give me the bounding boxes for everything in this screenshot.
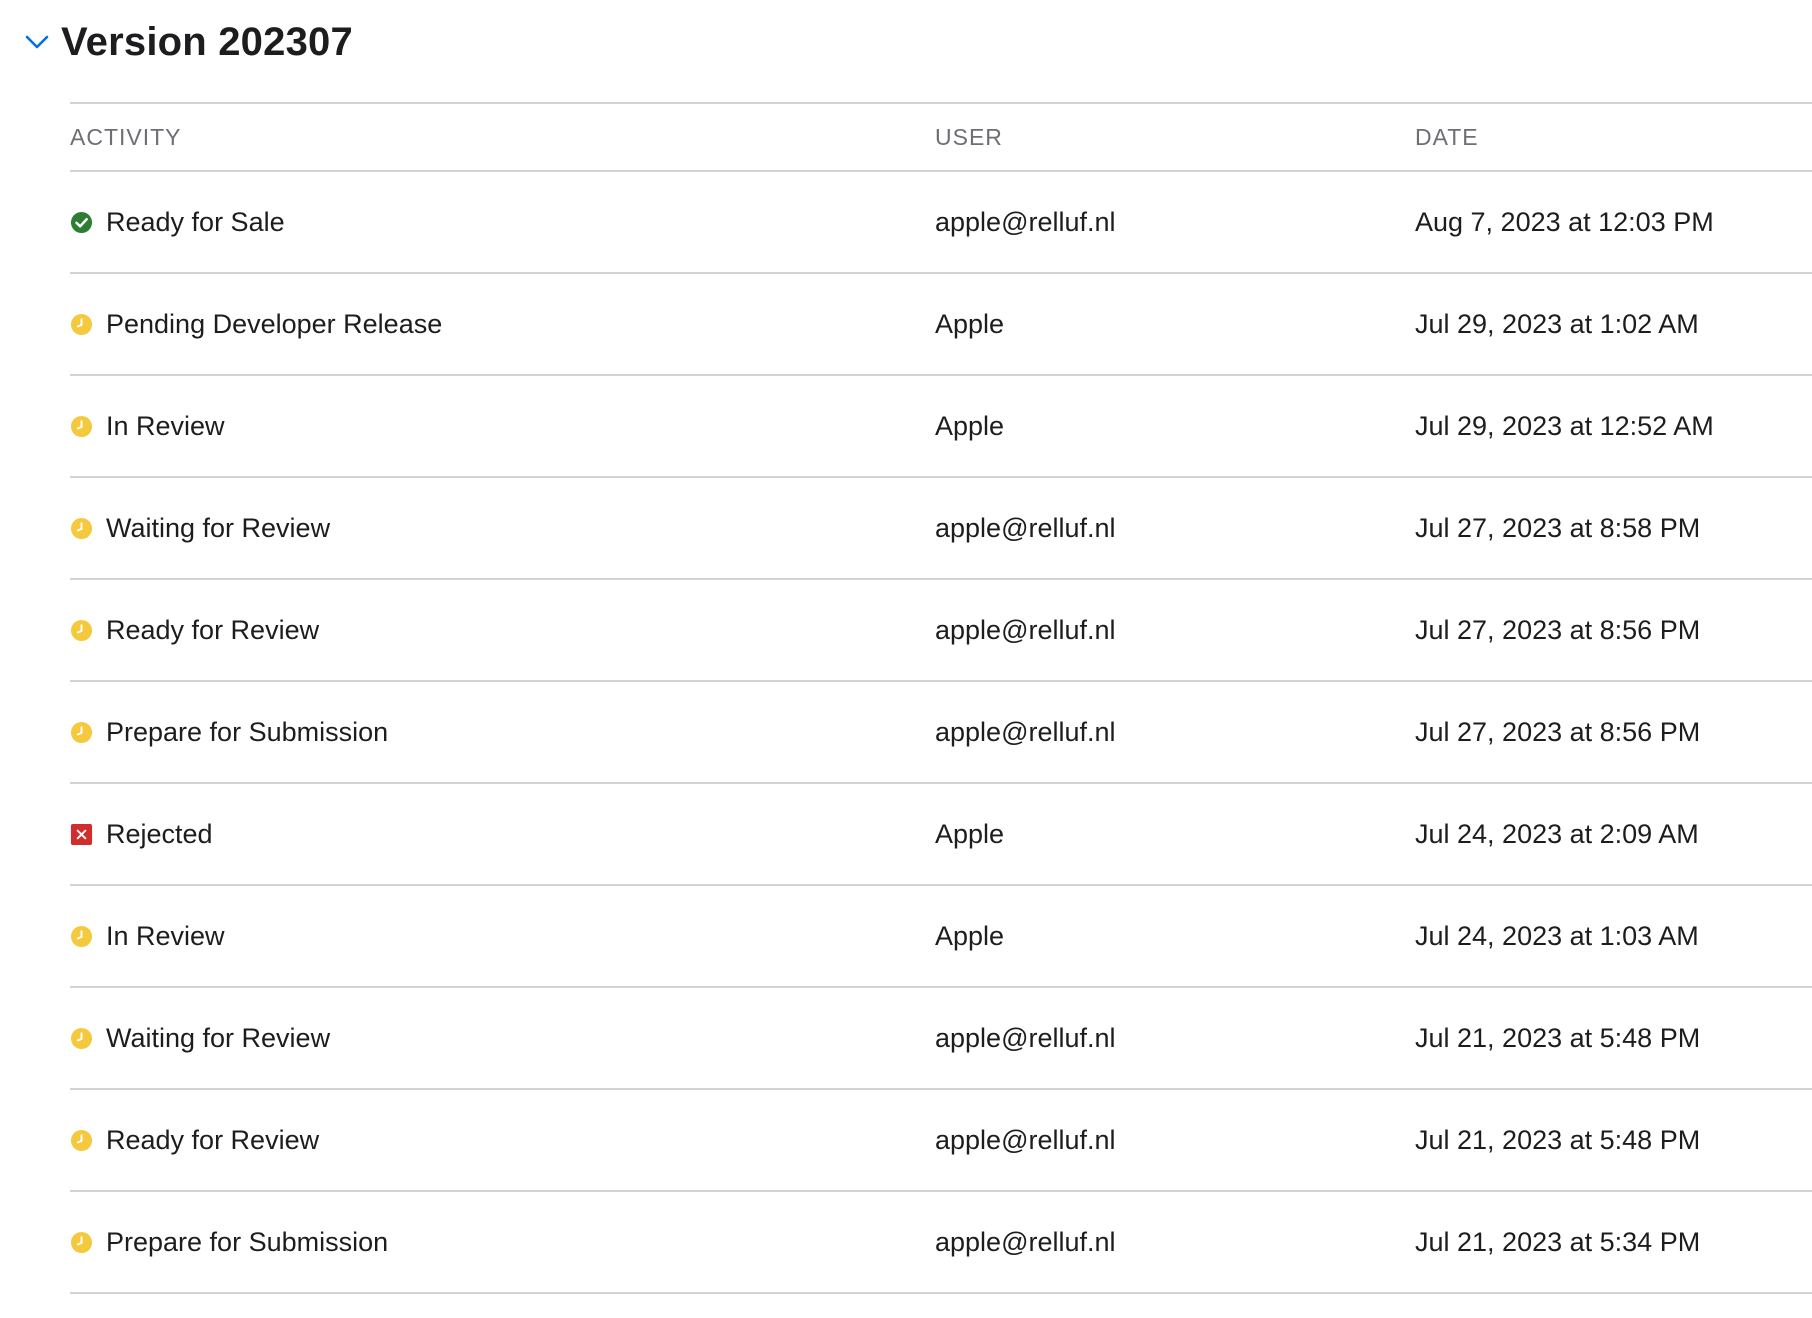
activity-cell: Waiting for Review xyxy=(70,478,330,578)
table-row[interactable]: Prepare for Submission apple@relluf.nl Jul… xyxy=(70,682,1812,784)
chevron-down-icon[interactable] xyxy=(24,29,50,55)
column-header-date: DATE xyxy=(1415,124,1479,150)
date-cell: Jul 21, 2023 at 5:34 PM xyxy=(1415,1226,1701,1257)
user-cell: Apple xyxy=(935,308,1005,339)
table-row[interactable]: Ready for Sale apple@relluf.nl Aug 7, 2023… xyxy=(70,172,1812,274)
clock-icon xyxy=(70,1129,106,1152)
table-row[interactable]: Pending Developer Release Apple Jul 29, 20… xyxy=(70,274,1812,376)
clock-icon xyxy=(70,313,106,336)
activity-label: Ready for Review xyxy=(106,614,320,645)
activity-cell: In Review xyxy=(70,886,225,986)
activity-label: Prepare for Submission xyxy=(106,716,389,747)
activity-cell: Waiting for Review xyxy=(70,988,330,1088)
version-section-header: Version 202307 xyxy=(24,14,353,70)
activity-label: Ready for Review xyxy=(106,1124,320,1155)
table-row[interactable]: In Review Apple Jul 24, 2023 at 1:03 AM xyxy=(70,886,1812,988)
user-cell: apple@relluf.nl xyxy=(935,716,1116,747)
activity-label: In Review xyxy=(106,920,225,951)
clock-icon xyxy=(70,415,106,438)
date-cell: Jul 27, 2023 at 8:58 PM xyxy=(1415,512,1701,543)
activity-label: In Review xyxy=(106,410,225,441)
column-header-activity: ACTIVITY xyxy=(70,124,182,150)
user-cell: apple@relluf.nl xyxy=(935,512,1116,543)
activity-label: Waiting for Review xyxy=(106,512,331,543)
activity-cell: Prepare for Submission xyxy=(70,1192,388,1292)
activity-cell: Rejected xyxy=(70,784,213,884)
activity-cell: Pending Developer Release xyxy=(70,274,442,374)
clock-icon xyxy=(70,925,106,948)
table-row[interactable]: Ready for Review apple@relluf.nl Jul 21, 2… xyxy=(70,1090,1812,1192)
table-row[interactable]: Ready for Review apple@relluf.nl Jul 27, 2… xyxy=(70,580,1812,682)
activity-cell: Ready for Review xyxy=(70,580,319,680)
user-cell: apple@relluf.nl xyxy=(935,206,1116,237)
table-row[interactable]: Waiting for Review apple@relluf.nl Jul 27,… xyxy=(70,478,1812,580)
activity-cell: Prepare for Submission xyxy=(70,682,388,782)
clock-icon xyxy=(70,721,106,744)
date-cell: Aug 7, 2023 at 12:03 PM xyxy=(1415,206,1714,237)
date-cell: Jul 29, 2023 at 1:02 AM xyxy=(1415,308,1699,339)
version-title: Version 202307 xyxy=(61,19,353,64)
user-cell: apple@relluf.nl xyxy=(935,1022,1116,1053)
clock-icon xyxy=(70,1027,106,1050)
table-header-row: ACTIVITY USER DATE xyxy=(70,102,1812,172)
checkmark-circle-icon xyxy=(70,211,106,234)
activity-label: Waiting for Review xyxy=(106,1022,331,1053)
user-cell: Apple xyxy=(935,818,1005,849)
date-cell: Jul 24, 2023 at 1:03 AM xyxy=(1415,920,1699,951)
x-square-icon xyxy=(70,823,106,846)
table-row[interactable]: Prepare for Submission apple@relluf.nl Jul… xyxy=(70,1192,1812,1294)
date-cell: Jul 29, 2023 at 12:52 AM xyxy=(1415,410,1714,441)
table-row[interactable]: Waiting for Review apple@relluf.nl Jul 21,… xyxy=(70,988,1812,1090)
activity-cell: Ready for Sale xyxy=(70,172,285,272)
user-cell: apple@relluf.nl xyxy=(935,1226,1116,1257)
user-cell: apple@relluf.nl xyxy=(935,1124,1116,1155)
activity-cell: Ready for Review xyxy=(70,1090,319,1190)
activity-table: ACTIVITY USER DATE Ready for Sale apple@r… xyxy=(70,102,1812,1294)
clock-icon xyxy=(70,1231,106,1254)
user-cell: Apple xyxy=(935,410,1005,441)
date-cell: Jul 21, 2023 at 5:48 PM xyxy=(1415,1022,1701,1053)
activity-label: Pending Developer Release xyxy=(106,308,443,339)
activity-label: Rejected xyxy=(106,818,213,849)
table-row[interactable]: In Review Apple Jul 29, 2023 at 12:52 AM xyxy=(70,376,1812,478)
activity-cell: In Review xyxy=(70,376,225,476)
activity-label: Prepare for Submission xyxy=(106,1226,389,1257)
column-header-user: USER xyxy=(935,124,1003,150)
clock-icon xyxy=(70,517,106,540)
date-cell: Jul 24, 2023 at 2:09 AM xyxy=(1415,818,1699,849)
user-cell: Apple xyxy=(935,920,1005,951)
clock-icon xyxy=(70,619,106,642)
date-cell: Jul 21, 2023 at 5:48 PM xyxy=(1415,1124,1701,1155)
date-cell: Jul 27, 2023 at 8:56 PM xyxy=(1415,716,1701,747)
table-row[interactable]: Rejected Apple Jul 24, 2023 at 2:09 AM xyxy=(70,784,1812,886)
user-cell: apple@relluf.nl xyxy=(935,614,1116,645)
activity-label: Ready for Sale xyxy=(106,206,285,237)
date-cell: Jul 27, 2023 at 8:56 PM xyxy=(1415,614,1701,645)
table-body: Ready for Sale apple@relluf.nl Aug 7, 2023… xyxy=(70,172,1812,1294)
